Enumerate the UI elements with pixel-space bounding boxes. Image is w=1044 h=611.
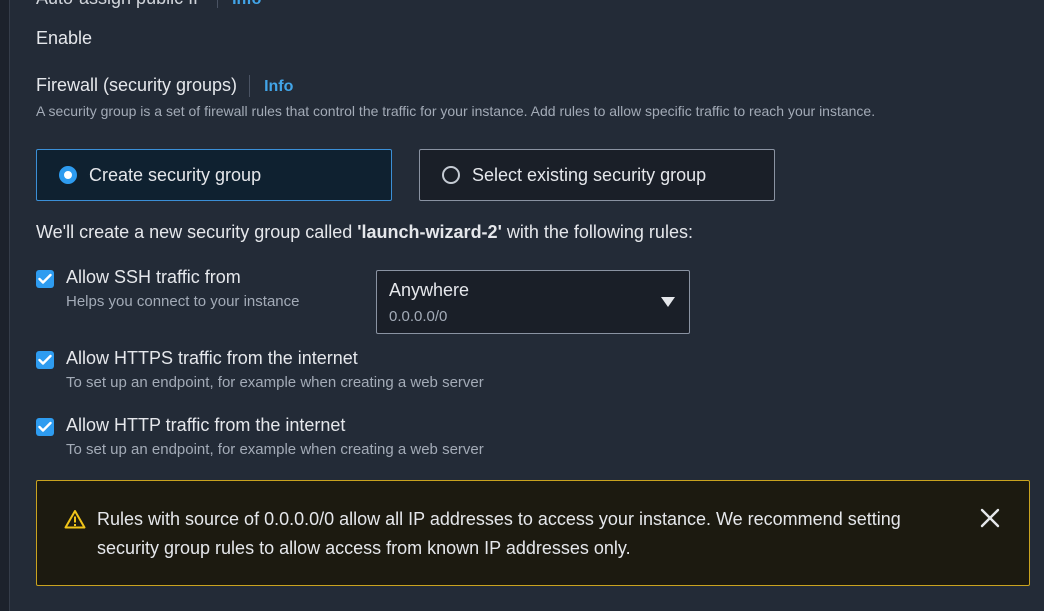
- ssh-source-value: Anywhere: [389, 280, 470, 300]
- auto-assign-ip-label-row: Auto-assign public IP Info: [36, 0, 261, 9]
- create-group-note: We'll create a new security group called…: [36, 222, 693, 243]
- auto-assign-info-link[interactable]: Info: [232, 0, 261, 8]
- https-rule-title: Allow HTTPS traffic from the internet: [66, 348, 358, 368]
- auto-assign-ip-value: Enable: [36, 28, 93, 48]
- https-checkbox[interactable]: [36, 351, 54, 369]
- select-existing-security-group-option[interactable]: Select existing security group: [419, 149, 775, 201]
- firewall-title: Firewall (security groups): [36, 75, 238, 95]
- create-note-suffix: with the following rules:: [501, 222, 693, 242]
- http-checkbox[interactable]: [36, 418, 54, 436]
- panel-left-edge: [0, 0, 10, 611]
- warning-message: Rules with source of 0.0.0.0/0 allow all…: [97, 509, 901, 558]
- security-group-name: 'launch-wizard-2': [357, 222, 502, 242]
- ssh-source-select[interactable]: Anywhere 0.0.0.0/0: [376, 270, 690, 334]
- check-icon: [38, 421, 52, 432]
- check-icon: [38, 354, 52, 365]
- auto-assign-ip-label: Auto-assign public IP: [36, 0, 205, 8]
- https-rule-hint: To set up an endpoint, for example when …: [66, 374, 484, 391]
- create-security-group-option[interactable]: Create security group: [36, 149, 392, 201]
- ssh-rule-title: Allow SSH traffic from: [66, 267, 241, 287]
- http-rule-hint: To set up an endpoint, for example when …: [66, 441, 484, 458]
- create-note-prefix: We'll create a new security group called: [36, 222, 358, 242]
- ssh-rule-hint: Helps you connect to your instance: [66, 293, 300, 310]
- warning-alert: Rules with source of 0.0.0.0/0 allow all…: [36, 480, 1030, 586]
- ssh-checkbox[interactable]: [36, 270, 54, 288]
- firewall-title-row: Firewall (security groups) Info: [36, 75, 293, 98]
- http-rule-title: Allow HTTP traffic from the internet: [66, 415, 346, 435]
- firewall-description: A security group is a set of firewall ru…: [36, 103, 876, 119]
- security-settings-panel: Auto-assign public IP Info Enable Firewal…: [0, 0, 1044, 611]
- caret-down-icon: [661, 297, 675, 307]
- radio-selected[interactable]: [59, 166, 77, 184]
- radio-unselected[interactable]: [442, 166, 460, 184]
- ssh-source-cidr: 0.0.0.0/0: [389, 308, 448, 325]
- divider: [217, 0, 219, 9]
- select-existing-security-group-label: Select existing security group: [472, 164, 707, 185]
- divider: [249, 75, 251, 98]
- create-security-group-label: Create security group: [89, 164, 262, 185]
- check-icon: [38, 273, 52, 284]
- warning-icon: [64, 510, 86, 529]
- firewall-info-link[interactable]: Info: [264, 78, 293, 95]
- close-icon[interactable]: [979, 507, 1001, 529]
